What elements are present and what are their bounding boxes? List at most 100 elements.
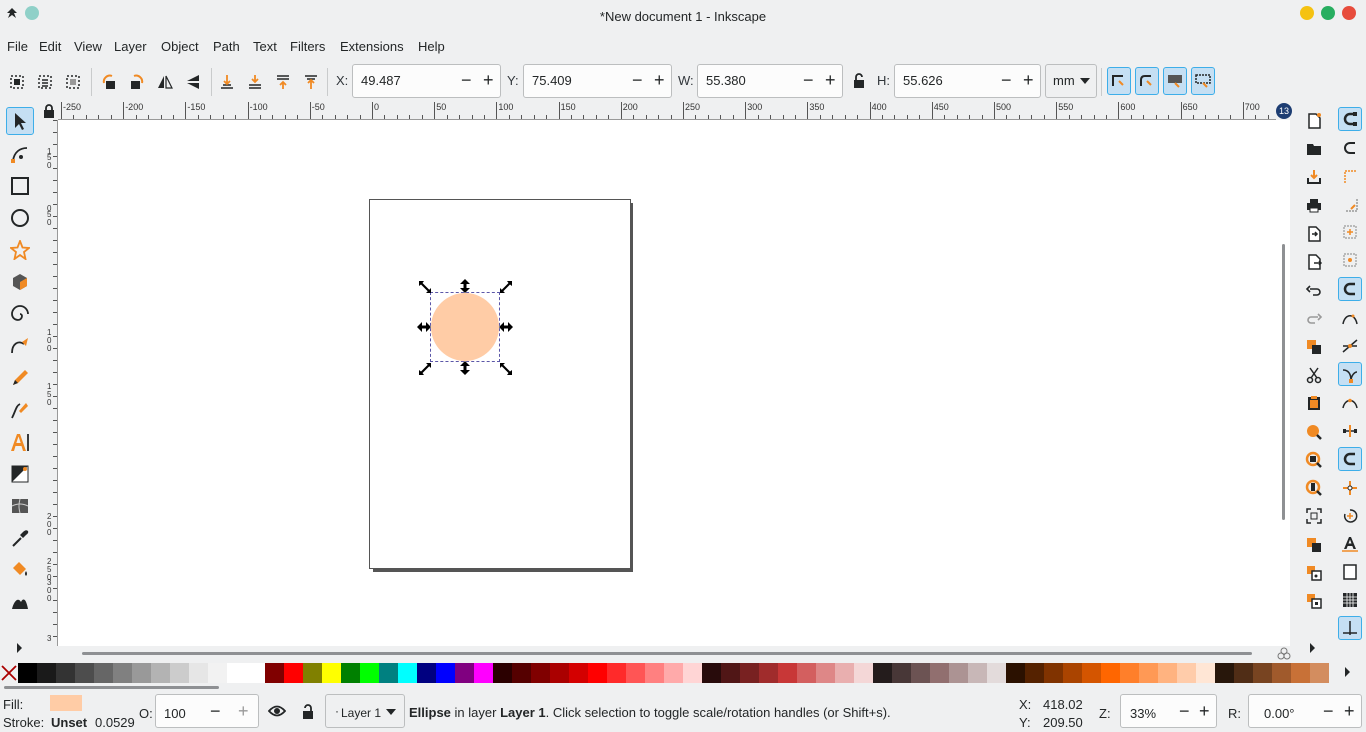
palette-swatch[interactable]: [1044, 663, 1063, 683]
scale-handle-n[interactable]: [459, 279, 471, 296]
dropper-tool-icon[interactable]: [6, 524, 34, 552]
paste-icon[interactable]: [1302, 391, 1326, 415]
snap-text-baseline-icon[interactable]: [1338, 532, 1362, 556]
menu-object[interactable]: Object: [161, 39, 199, 54]
duplicate-icon[interactable]: [1302, 533, 1326, 557]
select-all-layers-icon[interactable]: [34, 71, 56, 93]
palette-swatch[interactable]: [1120, 663, 1139, 683]
x-field[interactable]: 49.487 − +: [352, 64, 501, 98]
palette-swatch[interactable]: [37, 663, 56, 683]
node-tool-icon[interactable]: [6, 140, 34, 168]
flip-vertical-icon[interactable]: [182, 71, 204, 93]
menu-layer[interactable]: Layer: [114, 39, 147, 54]
palette-menu-icon[interactable]: [1345, 667, 1350, 677]
palette-swatch[interactable]: [702, 663, 721, 683]
palette-swatch[interactable]: [683, 663, 702, 683]
undo-icon[interactable]: [1302, 278, 1326, 302]
palette-swatch[interactable]: [1234, 663, 1253, 683]
3d-box-tool-icon[interactable]: [6, 268, 34, 296]
palette-swatch[interactable]: [75, 663, 94, 683]
palette-swatch[interactable]: [1006, 663, 1025, 683]
menu-filters[interactable]: Filters: [290, 39, 325, 54]
opacity-decrement-button[interactable]: −: [210, 701, 221, 722]
stroke-value[interactable]: Unset: [51, 715, 87, 730]
w-increment-button[interactable]: +: [825, 70, 836, 90]
palette-swatch[interactable]: [303, 663, 322, 683]
snap-smooth-icon[interactable]: [1338, 391, 1362, 415]
palette-swatch[interactable]: [170, 663, 189, 683]
layer-select[interactable]: · Layer 1: [325, 694, 405, 728]
palette-swatch[interactable]: [721, 663, 740, 683]
palette-swatch[interactable]: [284, 663, 303, 683]
scale-handle-sw[interactable]: [418, 362, 432, 379]
layer-lock-icon[interactable]: [300, 703, 316, 719]
scale-handle-ne[interactable]: [499, 280, 513, 297]
canvas-settings-icon[interactable]: [1277, 647, 1291, 661]
snap-bbox-center-icon[interactable]: [1338, 248, 1362, 272]
palette-swatch[interactable]: [854, 663, 873, 683]
lower-to-bottom-icon[interactable]: [216, 71, 238, 93]
palette-swatch[interactable]: [797, 663, 816, 683]
x-increment-button[interactable]: +: [483, 70, 494, 90]
palette-swatch[interactable]: [873, 663, 892, 683]
selector-tool-icon[interactable]: [6, 107, 34, 135]
gradient-tool-icon[interactable]: [6, 460, 34, 488]
snap-grid-icon[interactable]: [1338, 588, 1362, 612]
menu-file[interactable]: File: [7, 39, 28, 54]
x-decrement-button[interactable]: −: [461, 70, 472, 90]
palette-swatch[interactable]: [398, 663, 417, 683]
menu-help[interactable]: Help: [418, 39, 445, 54]
palette-swatch[interactable]: [816, 663, 835, 683]
rotate-ccw-icon[interactable]: [98, 71, 120, 93]
palette-swatch[interactable]: [208, 663, 227, 683]
snap-bbox-edge-icon[interactable]: [1338, 164, 1362, 188]
palette-swatch[interactable]: [436, 663, 455, 683]
maximize-button[interactable]: [1321, 6, 1335, 20]
eye-icon[interactable]: [267, 704, 287, 718]
zoom-selection-icon[interactable]: [1302, 420, 1326, 444]
rotate-cw-icon[interactable]: [126, 71, 148, 93]
ruler-lock-icon[interactable]: [40, 102, 58, 120]
scale-handle-nw[interactable]: [418, 280, 432, 297]
move-gradients-toggle[interactable]: [1163, 67, 1187, 95]
palette-swatch[interactable]: [1101, 663, 1120, 683]
vertical-ruler[interactable]: 1500501001502002503003: [40, 120, 58, 646]
palette-swatch[interactable]: [265, 663, 284, 683]
palette-swatch[interactable]: [360, 663, 379, 683]
palette-swatch[interactable]: [778, 663, 797, 683]
lower-icon[interactable]: [244, 71, 266, 93]
horizontal-scrollbar[interactable]: [58, 646, 1276, 660]
unit-select[interactable]: mm: [1045, 64, 1097, 98]
palette-swatch[interactable]: [987, 663, 1006, 683]
menu-view[interactable]: View: [74, 39, 102, 54]
palette-swatch[interactable]: [1025, 663, 1044, 683]
scale-stroke-toggle[interactable]: [1107, 67, 1131, 95]
unit-value[interactable]: mm: [1053, 73, 1075, 88]
snap-guide-icon[interactable]: [1338, 616, 1362, 640]
snap-bbox-icon[interactable]: [1338, 136, 1362, 160]
spiral-tool-icon[interactable]: [6, 300, 34, 328]
palette-swatch[interactable]: [892, 663, 911, 683]
scale-handle-w[interactable]: [417, 321, 431, 336]
palette-swatch[interactable]: [151, 663, 170, 683]
palette-swatch[interactable]: [1196, 663, 1215, 683]
rotate-field[interactable]: 0.00° − +: [1248, 694, 1362, 728]
snap-bbox-midpoint-icon[interactable]: [1338, 220, 1362, 244]
snap-intersection-icon[interactable]: [1338, 334, 1362, 358]
w-value[interactable]: 55.380: [706, 73, 746, 88]
zoom-value[interactable]: 33%: [1130, 706, 1156, 721]
h-decrement-button[interactable]: −: [1001, 70, 1012, 90]
paint-bucket-tool-icon[interactable]: [6, 556, 34, 584]
zoom-decrement-button[interactable]: −: [1179, 701, 1190, 722]
palette-swatch[interactable]: [1215, 663, 1234, 683]
toolbox-expand-icon[interactable]: [17, 643, 22, 653]
scale-handle-e[interactable]: [499, 321, 513, 336]
snap-nodes-icon[interactable]: [1338, 277, 1362, 301]
bezier-tool-icon[interactable]: [6, 332, 34, 360]
palette-scrollbar[interactable]: [4, 686, 219, 689]
w-field[interactable]: 55.380 − +: [697, 64, 843, 98]
palette-swatch[interactable]: [1253, 663, 1272, 683]
open-icon[interactable]: [1302, 137, 1326, 161]
clone-icon[interactable]: [1302, 561, 1326, 585]
unlink-clone-icon[interactable]: [1302, 589, 1326, 613]
